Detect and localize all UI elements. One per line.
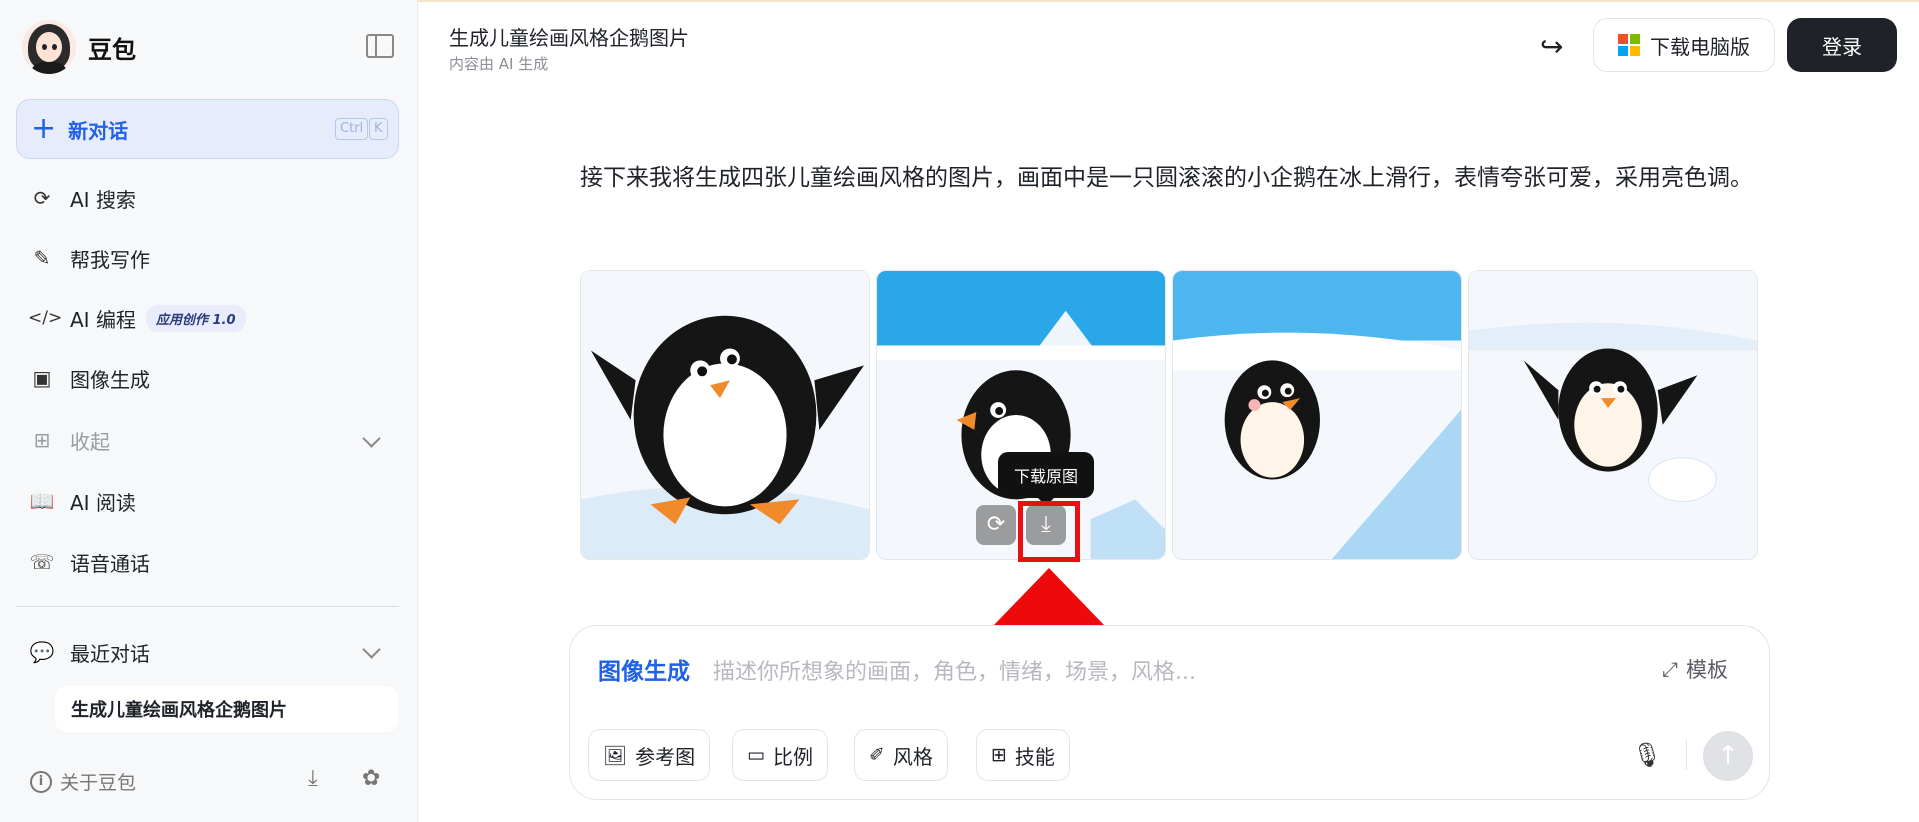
sidebar: 豆包 + 新对话 Ctrl K ⟳ AI 搜索 ✎ 帮我写作 </> AI 编程… <box>0 0 418 822</box>
assistant-message: 接下来我将生成四张儿童绘画风格的图片，画面中是一只圆滚滚的小企鹅在冰上滑行，表情… <box>580 165 1753 191</box>
page-subtitle: 内容由 AI 生成 <box>449 55 549 73</box>
code-icon: </> <box>28 308 63 328</box>
chevron-down-icon[interactable] <box>362 643 380 661</box>
search-sparkle-icon: ⟳ <box>33 186 51 210</box>
sidebar-toggle-icon[interactable] <box>366 34 394 58</box>
sidebar-recent-header[interactable]: 💬 最近对话 <box>28 635 150 669</box>
brush-icon: ✐ <box>869 744 885 766</box>
image-sparkle-icon: ▣ <box>32 366 52 390</box>
expand-icon: ⤢ <box>1662 657 1678 681</box>
highlight-box <box>1018 501 1080 562</box>
prompt-input[interactable]: 描述你所想象的画面，角色，情绪，场景，风格... <box>713 654 1196 686</box>
generated-image-1[interactable] <box>580 270 870 560</box>
book-icon: 📖 <box>29 489 55 513</box>
new-chat-button[interactable]: + 新对话 Ctrl K <box>16 99 399 159</box>
skills-chip[interactable]: ⊞ 技能 <box>976 729 1070 781</box>
download-tooltip: 下载原图 <box>998 452 1094 506</box>
composer: 图像生成 描述你所想象的画面，角色，情绪，场景，风格... ⤢ 模板 🖼 参考图… <box>569 625 1770 800</box>
avatar <box>22 20 76 74</box>
plus-icon: + <box>31 111 57 146</box>
brand-name: 豆包 <box>88 35 136 64</box>
sidebar-item-ai-search[interactable]: ⟳ AI 搜索 <box>28 181 136 215</box>
generated-image-4[interactable] <box>1468 270 1758 560</box>
sidebar-item-voice-call[interactable]: ☏ 语音通话 <box>28 545 150 579</box>
reference-image-chip[interactable]: 🖼 参考图 <box>588 729 711 781</box>
page-title: 生成儿童绘画风格企鹅图片 <box>449 26 689 50</box>
image-add-icon: 🖼 <box>603 744 628 767</box>
shortcut-k: K <box>369 118 388 140</box>
sidebar-item-coding[interactable]: </> AI 编程 应用创作 1.0 <box>28 301 246 335</box>
apps-icon: ⊞ <box>991 744 1007 766</box>
composer-divider <box>1686 740 1687 770</box>
microphone-icon[interactable]: 🎙 <box>1632 741 1662 769</box>
sidebar-item-image-gen[interactable]: ▣ 图像生成 <box>28 361 150 395</box>
pen-sparkle-icon: ✎ <box>33 246 51 270</box>
shortcut-ctrl: Ctrl <box>335 118 369 140</box>
mode-label[interactable]: 图像生成 <box>598 652 690 686</box>
ratio-icon: ▭ <box>747 744 765 766</box>
plugin-icon[interactable]: ✿ <box>362 766 380 791</box>
login-button[interactable]: 登录 <box>1787 18 1897 72</box>
phone-icon: ☏ <box>29 550 55 574</box>
brand[interactable]: 豆包 <box>22 20 136 74</box>
sidebar-divider <box>16 606 399 607</box>
coding-badge: 应用创作 1.0 <box>145 304 246 332</box>
send-button[interactable]: ↑ <box>1703 731 1753 781</box>
template-button[interactable]: ⤢ 模板 <box>1662 654 1728 684</box>
download-desktop-button[interactable]: 下载电脑版 <box>1593 18 1775 72</box>
new-chat-label: 新对话 <box>68 118 129 143</box>
apps-icon: ⊞ <box>33 428 51 452</box>
sidebar-item-writing[interactable]: ✎ 帮我写作 <box>28 241 150 275</box>
generated-image-3[interactable] <box>1172 270 1462 560</box>
windows-logo-icon <box>1618 34 1640 56</box>
chat-bubble-icon: 💬 <box>29 640 55 664</box>
recent-chat-item[interactable]: 生成儿童绘画风格企鹅图片 <box>55 686 398 732</box>
sidebar-item-reading[interactable]: 📖 AI 阅读 <box>28 484 136 518</box>
share-icon[interactable]: ↪ <box>1540 30 1563 63</box>
ratio-chip[interactable]: ▭ 比例 <box>732 729 828 781</box>
download-app-icon[interactable]: ⤓ <box>308 766 318 791</box>
about-link[interactable]: i 关于豆包 <box>30 768 136 795</box>
sidebar-item-collapse[interactable]: ⊞ 收起 <box>28 423 110 457</box>
info-icon: i <box>30 770 52 793</box>
chevron-down-icon[interactable] <box>362 432 380 450</box>
style-chip[interactable]: ✐ 风格 <box>854 729 948 781</box>
regenerate-icon[interactable]: ⟳ <box>976 505 1016 545</box>
